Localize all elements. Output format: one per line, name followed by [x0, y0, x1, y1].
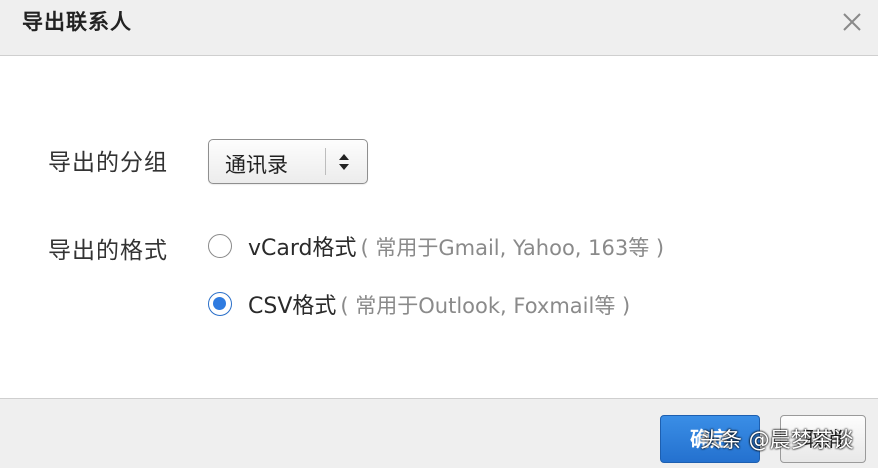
- export-contacts-dialog: 导出联系人 导出的分组 通讯录 导出的格式 vCard格式( 常用于Gmail,…: [0, 0, 878, 468]
- group-select[interactable]: 通讯录: [208, 139, 368, 184]
- group-select-value: 通讯录: [225, 153, 288, 177]
- csv-option-label: CSV格式: [248, 294, 337, 319]
- close-icon: [843, 13, 861, 31]
- select-divider: [325, 148, 326, 175]
- dialog-titlebar: 导出联系人: [0, 0, 878, 56]
- csv-option-hint: ( 常用于Outlook, Foxmail等 ): [340, 294, 631, 318]
- vcard-radio[interactable]: [208, 234, 232, 258]
- vcard-option-label: vCard格式: [248, 236, 357, 261]
- vcard-option-hint: ( 常用于Gmail, Yahoo, 163等 ): [360, 236, 665, 260]
- group-label: 导出的分组: [48, 150, 168, 176]
- dialog-title: 导出联系人: [22, 10, 132, 34]
- confirm-button[interactable]: 确定: [660, 415, 760, 463]
- format-label: 导出的格式: [48, 238, 168, 264]
- radio-selected-dot: [213, 297, 226, 310]
- close-button[interactable]: [836, 6, 868, 38]
- up-down-arrows-icon: [339, 154, 349, 170]
- dialog-footer: 确定 取消: [0, 398, 878, 468]
- csv-option[interactable]: CSV格式( 常用于Outlook, Foxmail等 ): [248, 288, 630, 320]
- vcard-option[interactable]: vCard格式( 常用于Gmail, Yahoo, 163等 ): [248, 230, 664, 262]
- csv-radio[interactable]: [208, 292, 232, 316]
- cancel-button[interactable]: 取消: [780, 415, 866, 463]
